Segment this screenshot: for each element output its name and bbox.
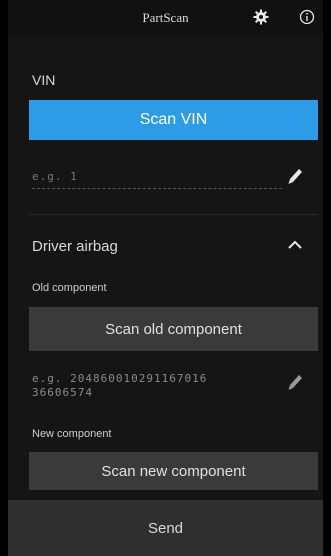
pencil-icon[interactable] (287, 374, 303, 392)
scan-new-component-button[interactable]: Scan new component (29, 452, 318, 490)
scan-old-component-button[interactable]: Scan old component (29, 307, 318, 351)
old-component-value-line1: e.g. 204860010291167016 (32, 372, 208, 385)
vin-input[interactable]: e.g. 1 (32, 170, 282, 189)
old-component-value-line2: 36606574 (32, 386, 93, 399)
new-component-label: New component (32, 428, 112, 440)
section-title: Driver airbag (32, 238, 118, 255)
app-title: PartScan (142, 10, 189, 25)
chevron-up-icon[interactable] (286, 238, 304, 252)
scan-vin-button[interactable]: Scan VIN (29, 100, 318, 140)
main-panel: PartScan VIN Scan VIN e.g. 1 Driver airb… (8, 0, 323, 556)
old-component-label: Old component (32, 282, 107, 294)
app-header: PartScan (8, 0, 323, 36)
pencil-icon[interactable] (287, 168, 303, 186)
info-icon[interactable] (299, 9, 315, 25)
app-screen: PartScan VIN Scan VIN e.g. 1 Driver airb… (0, 0, 331, 556)
old-component-input[interactable]: e.g. 204860010291167016 36606574 (32, 372, 272, 400)
vin-label: VIN (32, 72, 56, 88)
send-button[interactable]: Send (8, 500, 323, 556)
divider (29, 214, 318, 215)
gear-icon[interactable] (253, 9, 269, 25)
